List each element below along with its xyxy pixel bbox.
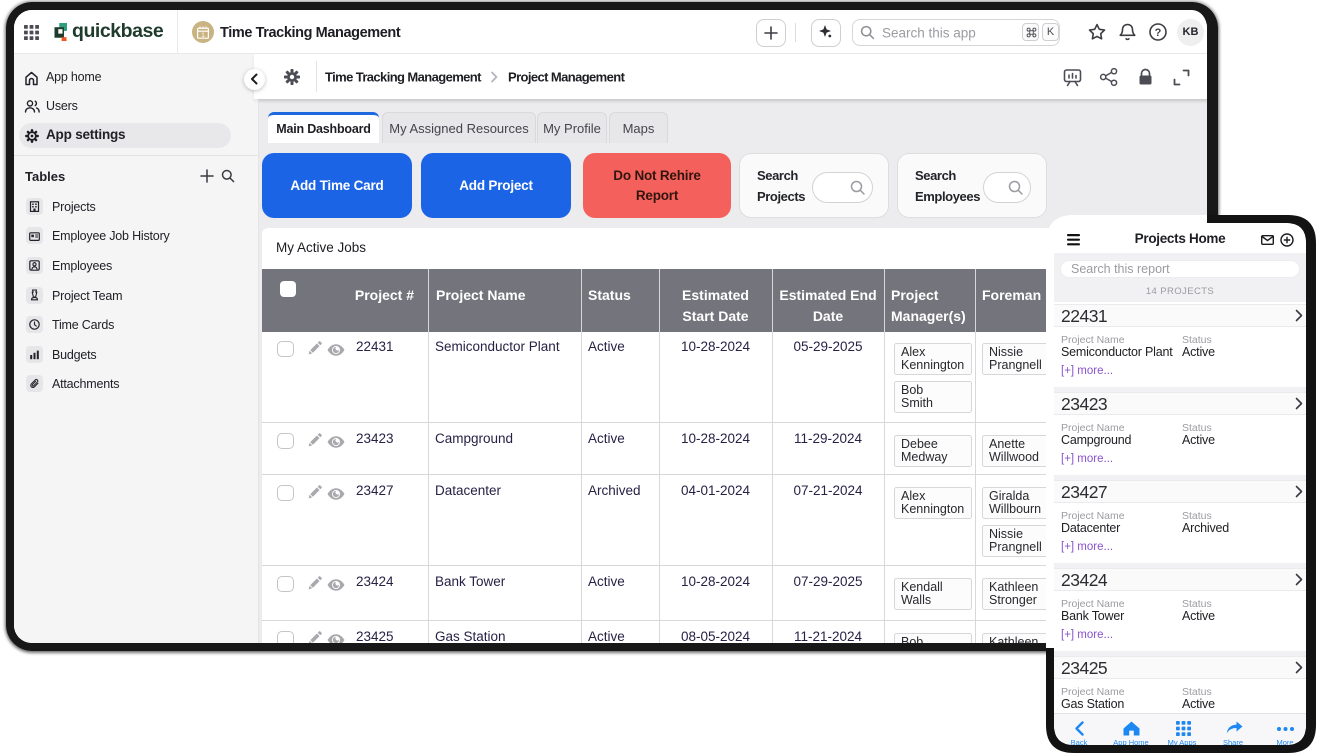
svg-text:?: ? [1155,27,1162,39]
